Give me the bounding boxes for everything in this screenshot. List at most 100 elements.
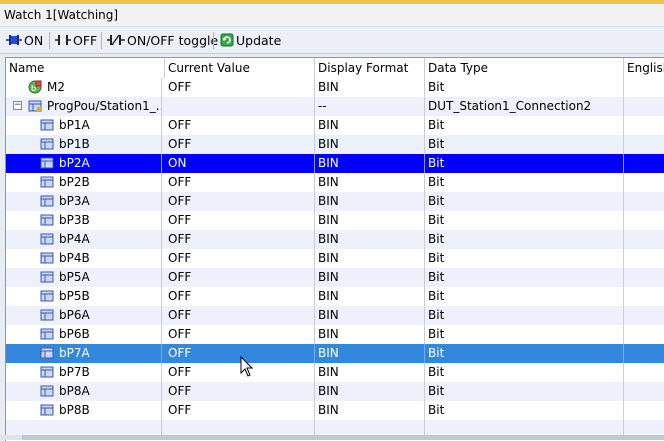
table-row[interactable]: bP8B OFF BIN Bit xyxy=(6,401,664,421)
table-row[interactable]: bP1A OFF BIN Bit xyxy=(6,116,664,136)
row-display-format: BIN xyxy=(315,287,425,306)
row-data-type: Bit xyxy=(425,249,624,268)
row-current-value: OFF xyxy=(165,211,315,230)
row-display-format: BIN xyxy=(315,249,425,268)
row-display-format: BIN xyxy=(315,173,425,192)
member-icon xyxy=(40,328,54,340)
device-bit-icon: b xyxy=(28,80,42,94)
row-name: bP1A xyxy=(56,116,162,135)
contact-toggle-icon xyxy=(107,34,125,46)
row-name: bP4B xyxy=(56,249,162,268)
row-english xyxy=(624,287,664,306)
row-name: bP3A xyxy=(56,192,162,211)
row-english xyxy=(624,192,664,211)
row-name: bP6B xyxy=(56,325,162,344)
table-row[interactable]: bP4A OFF BIN Bit xyxy=(6,230,664,250)
table-row[interactable]: bP7B OFF BIN Bit xyxy=(6,363,664,383)
watch-grid: Name Current Value Display Format Data T… xyxy=(5,57,664,441)
member-icon xyxy=(40,252,54,264)
column-header-current-value[interactable]: Current Value xyxy=(165,58,315,78)
row-name: bP4A xyxy=(56,230,162,249)
table-row[interactable]: bP6B OFF BIN Bit xyxy=(6,325,664,345)
row-data-type: Bit xyxy=(425,306,624,325)
contact-on-icon xyxy=(6,35,22,45)
off-button[interactable]: OFF xyxy=(55,30,97,50)
row-english xyxy=(624,116,664,135)
column-header-display-format[interactable]: Display Format xyxy=(315,58,425,78)
row-current-value: OFF xyxy=(165,325,315,344)
watch-toolbar: ON OFF ON/OFF toggle Update xyxy=(0,27,664,54)
row-english xyxy=(624,344,664,363)
horizontal-scrollbar-thumb[interactable] xyxy=(22,435,664,440)
on-button[interactable]: ON xyxy=(6,30,43,50)
row-english xyxy=(624,382,664,401)
row-data-type: Bit xyxy=(425,230,624,249)
table-row[interactable]: bP1B OFF BIN Bit xyxy=(6,135,664,155)
row-display-format: BIN xyxy=(315,78,425,97)
row-display-format: BIN xyxy=(315,325,425,344)
update-button[interactable]: Update xyxy=(220,30,281,50)
on-off-toggle-button[interactable]: ON/OFF toggle xyxy=(107,30,218,50)
row-current-value: OFF xyxy=(165,306,315,325)
column-header-name[interactable]: Name xyxy=(6,58,165,78)
row-display-format: BIN xyxy=(315,116,425,135)
row-display-format: BIN xyxy=(315,135,425,154)
refresh-icon xyxy=(220,33,234,47)
row-english xyxy=(624,173,664,192)
row-current-value: OFF xyxy=(165,78,315,97)
grid-header: Name Current Value Display Format Data T… xyxy=(6,58,664,79)
row-data-type: Bit xyxy=(425,211,624,230)
svg-text:b: b xyxy=(31,84,36,93)
row-display-format: BIN xyxy=(315,344,425,363)
row-name: bP8B xyxy=(56,401,162,420)
member-icon xyxy=(40,119,54,131)
row-english xyxy=(624,97,664,116)
table-row[interactable]: bP5A OFF BIN Bit xyxy=(6,268,664,288)
row-current-value: OFF xyxy=(165,287,315,306)
table-row[interactable]: bP4B OFF BIN Bit xyxy=(6,249,664,269)
table-row[interactable]: bP2B OFF BIN Bit xyxy=(6,173,664,193)
member-icon xyxy=(40,404,54,416)
row-english xyxy=(624,268,664,287)
row-display-format: BIN xyxy=(315,211,425,230)
table-row[interactable]: b M2 OFF BIN Bit xyxy=(6,78,664,98)
row-data-type: Bit xyxy=(425,192,624,211)
row-display-format: BIN xyxy=(315,154,425,173)
row-current-value: OFF xyxy=(165,135,315,154)
row-name: bP2A xyxy=(56,154,162,173)
table-row[interactable]: bP8A OFF BIN Bit xyxy=(6,382,664,402)
mouse-pointer-icon xyxy=(240,356,254,377)
toolbar-separator xyxy=(101,32,102,49)
row-current-value: OFF xyxy=(165,230,315,249)
table-row-selected[interactable]: bP2A ON BIN Bit xyxy=(6,154,664,174)
member-icon xyxy=(40,157,54,169)
row-current-value: OFF xyxy=(165,249,315,268)
table-row[interactable]: bP3A OFF BIN Bit xyxy=(6,192,664,212)
collapse-toggle-icon[interactable]: − xyxy=(13,101,22,110)
row-english xyxy=(624,325,664,344)
row-display-format: BIN xyxy=(315,230,425,249)
row-name: M2 xyxy=(44,78,162,97)
member-icon xyxy=(40,233,54,245)
row-english xyxy=(624,306,664,325)
table-row[interactable]: bP5B OFF BIN Bit xyxy=(6,287,664,307)
member-icon xyxy=(40,138,54,150)
table-row-selected[interactable]: bP7A OFF BIN Bit xyxy=(6,344,664,364)
row-data-type: Bit xyxy=(425,116,624,135)
column-header-english[interactable]: English xyxy=(624,58,664,78)
table-row[interactable]: − ProgPou/Station1_... -- DUT_Station1_C… xyxy=(6,97,664,117)
row-display-format: BIN xyxy=(315,268,425,287)
row-data-type: Bit xyxy=(425,287,624,306)
table-row[interactable]: bP3B OFF BIN Bit xyxy=(6,211,664,231)
row-data-type: Bit xyxy=(425,78,624,97)
row-english xyxy=(624,249,664,268)
member-icon xyxy=(40,271,54,283)
row-name: ProgPou/Station1_... xyxy=(44,97,162,116)
row-english xyxy=(624,401,664,420)
row-english xyxy=(624,230,664,249)
row-name: bP3B xyxy=(56,211,162,230)
row-current-value: OFF xyxy=(165,401,315,420)
column-header-data-type[interactable]: Data Type xyxy=(425,58,624,78)
table-row[interactable]: bP6A OFF BIN Bit xyxy=(6,306,664,326)
row-display-format: -- xyxy=(315,97,425,116)
